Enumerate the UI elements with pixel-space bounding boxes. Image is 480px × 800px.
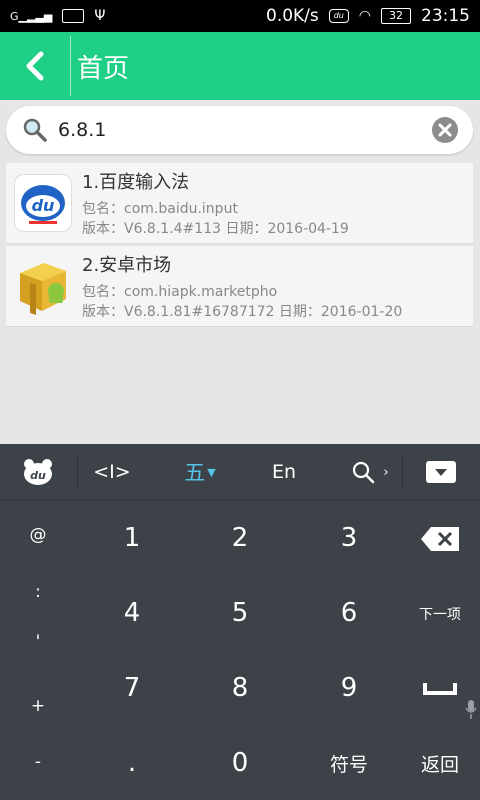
- key-at[interactable]: @: [8, 515, 68, 555]
- clear-icon[interactable]: [431, 116, 459, 144]
- version-date: 版本：V6.8.1.4#113 日期：2016-04-19: [82, 220, 349, 237]
- hide-keyboard-button[interactable]: [412, 444, 470, 500]
- key-minus[interactable]: -: [8, 742, 68, 782]
- baidu-logo-button[interactable]: du: [8, 444, 68, 500]
- caret-down-icon: ▼: [207, 465, 216, 479]
- search-icon: [23, 118, 47, 142]
- list-item[interactable]: du 1.百度输入法 包名：com.baidu.input 版本：V6.8.1.…: [6, 163, 473, 244]
- list-item[interactable]: 2.安卓市场 包名：com.hiapk.marketpho 版本：V6.8.1.…: [6, 246, 473, 327]
- back-button[interactable]: [0, 32, 70, 100]
- space-key[interactable]: [405, 664, 477, 719]
- key-5[interactable]: 5: [190, 583, 290, 643]
- key-dot[interactable]: .: [82, 733, 182, 793]
- next-item-key[interactable]: 下一项: [405, 589, 475, 639]
- svg-text:du: du: [32, 196, 55, 215]
- app-title: 2.安卓市场: [82, 254, 172, 276]
- search-input[interactable]: [56, 118, 420, 142]
- key-8[interactable]: 8: [190, 658, 290, 718]
- clock: 23:15: [421, 6, 470, 26]
- key-0[interactable]: 0: [190, 733, 290, 793]
- cursor-button[interactable]: <I>: [82, 444, 142, 500]
- english-button[interactable]: En: [254, 444, 314, 500]
- title-bar: 首页: [0, 32, 480, 100]
- return-key[interactable]: 返回: [405, 738, 475, 788]
- search-bar[interactable]: [6, 106, 473, 154]
- search-button[interactable]: ›: [340, 444, 400, 500]
- hide-keyboard-icon: [426, 461, 456, 483]
- key-apostrophe[interactable]: ': [8, 622, 68, 662]
- net-speed: 0.0K/s: [266, 6, 319, 26]
- status-bar: G▁▂▃▅ Ψ 0.0K/s du ◠ 32 23:15: [0, 0, 480, 32]
- baidu-input-app-icon: du: [14, 174, 72, 232]
- microphone-icon: [465, 700, 477, 719]
- space-icon: [423, 683, 457, 695]
- baidu-bear-icon: du: [24, 459, 52, 485]
- android-market-app-icon: [14, 257, 72, 315]
- signal-icon: G▁▂▃▅: [10, 9, 53, 23]
- keyboard-icon: [62, 9, 85, 23]
- key-2[interactable]: 2: [190, 508, 290, 568]
- chevron-left-icon: [26, 51, 44, 81]
- key-7[interactable]: 7: [82, 658, 182, 718]
- key-plus[interactable]: +: [8, 686, 68, 726]
- key-9[interactable]: 9: [299, 658, 399, 718]
- input-mode-button[interactable]: 五 ▼: [170, 444, 230, 500]
- key-4[interactable]: 4: [82, 583, 182, 643]
- search-icon: [353, 461, 375, 484]
- version-date: 版本：V6.8.1.81#16787172 日期：2016-01-20: [82, 303, 403, 320]
- key-1[interactable]: 1: [82, 508, 182, 568]
- backspace-key[interactable]: [405, 514, 475, 564]
- package-name: 包名：com.baidu.input: [82, 200, 238, 217]
- title-divider: [70, 36, 71, 96]
- package-name: 包名：com.hiapk.marketpho: [82, 283, 278, 300]
- input-mode-label: 五: [184, 461, 206, 485]
- result-list: du 1.百度输入法 包名：com.baidu.input 版本：V6.8.1.…: [6, 163, 473, 329]
- key-6[interactable]: 6: [299, 583, 399, 643]
- app-title: 1.百度输入法: [82, 171, 190, 193]
- usb-icon: Ψ: [94, 8, 106, 24]
- soft-keyboard: du <I> 五 ▼ En › @ : ' + - 1 2 3 4 5 6 7 …: [0, 444, 480, 800]
- battery-icon: 32: [381, 8, 411, 24]
- keyboard-toolbar: du <I> 五 ▼ En ›: [0, 444, 480, 501]
- page-title: 首页: [77, 53, 130, 84]
- chevron-right-icon: ›: [383, 464, 389, 480]
- symbols-key[interactable]: 符号: [299, 733, 399, 793]
- backspace-icon: [421, 527, 459, 551]
- key-colon[interactable]: :: [8, 572, 68, 612]
- wifi-icon: ◠: [358, 8, 371, 24]
- key-3[interactable]: 3: [299, 508, 399, 568]
- svg-text:du: du: [30, 469, 46, 482]
- baidu-notification-icon: du: [328, 9, 349, 23]
